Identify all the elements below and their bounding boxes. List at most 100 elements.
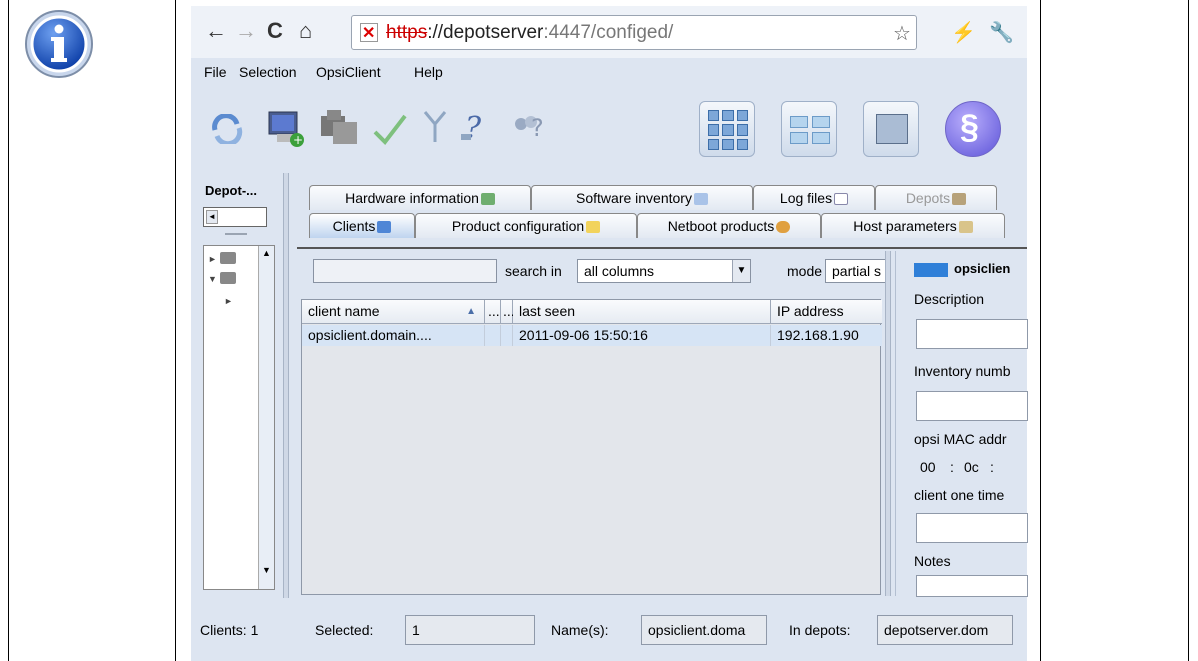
cell-empty[interactable] <box>501 325 513 346</box>
wrench-icon[interactable]: 🔧 <box>989 20 1014 45</box>
help-client-icon[interactable]: ? <box>461 110 495 144</box>
cell-ip-address[interactable]: 192.168.1.90 <box>771 325 882 346</box>
mac-separator: : <box>990 459 994 475</box>
clients-table[interactable]: client name ▲ ... ... last seen IP addre… <box>301 299 882 595</box>
description-field[interactable] <box>916 319 1028 349</box>
onetime-password-field[interactable] <box>916 513 1028 543</box>
mac-address-label: opsi MAC addr <box>914 431 1007 447</box>
inventory-number-label: Inventory numb <box>914 363 1011 379</box>
column-header-collapsed-1[interactable]: ... <box>485 300 501 324</box>
tab-log-files[interactable]: Log files <box>753 185 875 210</box>
tab-host-parameters[interactable]: Host parameters <box>821 213 1005 238</box>
linux-icon <box>776 221 791 234</box>
column-header-last-seen[interactable]: last seen <box>513 300 771 324</box>
inventory-number-field[interactable] <box>916 391 1028 421</box>
checkmark-icon[interactable] <box>371 110 407 146</box>
notes-field[interactable] <box>916 575 1028 597</box>
configed-app: File Selection OpsiClient Help + ? ? § D… <box>191 58 1028 661</box>
tree-scrollbar[interactable]: ▲ ▼ <box>258 246 274 589</box>
tab-product-configuration[interactable]: Product configuration <box>415 213 637 238</box>
monitor-icon <box>377 221 392 234</box>
tab-label: Product configuration <box>451 218 585 234</box>
back-icon[interactable]: ← <box>205 20 227 42</box>
product-tree[interactable]: ► ▼ ► ▲ ▼ <box>203 245 275 590</box>
refresh-icon[interactable] <box>209 114 245 144</box>
column-header-client-name[interactable]: client name ▲ <box>302 300 485 324</box>
splitter-handle[interactable] <box>225 233 247 235</box>
user-query-icon[interactable]: ? <box>511 110 547 144</box>
filter-icon[interactable] <box>423 110 449 144</box>
forward-icon[interactable]: → <box>235 20 257 42</box>
search-input[interactable] <box>313 259 497 283</box>
opsi-logo-icon: § <box>960 108 979 146</box>
browser-window: ← → C ⌂ https://depotserver:4447/confige… <box>191 6 1028 661</box>
client-details-panel: opsiclien Description Inventory numb ops… <box>895 251 1028 597</box>
delete-client-icon[interactable] <box>319 106 361 148</box>
menu-help[interactable]: Help <box>414 64 443 80</box>
search-mode-value: partial s <box>832 263 882 279</box>
notes-label: Notes <box>914 553 951 569</box>
tab-netboot-products[interactable]: Netboot products <box>637 213 821 238</box>
address-bar[interactable]: https://depotserver:4447/configed/ <box>351 15 917 50</box>
package-icon <box>586 221 601 234</box>
selected-names-field: opsiclient.doma <box>641 615 767 645</box>
mac-part-1[interactable]: 00 <box>920 459 936 475</box>
depots-icon <box>952 193 967 206</box>
clients-grid-button[interactable] <box>699 101 755 157</box>
opsi-logo-button[interactable]: § <box>945 101 1001 157</box>
tab-software-inventory[interactable]: Software inventory <box>531 185 753 210</box>
mac-separator: : <box>950 459 954 475</box>
status-bar: Clients: 1 Selected: 1 Name(s): opsiclie… <box>191 601 1027 661</box>
tab-clients[interactable]: Clients <box>309 213 415 238</box>
cell-last-seen[interactable]: 2011-09-06 15:50:16 <box>513 325 771 346</box>
depots-grid-button[interactable] <box>781 101 837 157</box>
mac-part-2[interactable]: 0c <box>964 459 979 475</box>
cell-client-name[interactable]: opsiclient.domain.... <box>302 325 485 346</box>
chevron-down-icon: ▼ <box>732 260 750 282</box>
column-header-collapsed-2[interactable]: ... <box>501 300 515 324</box>
browser-toolbar: ← → C ⌂ https://depotserver:4447/confige… <box>191 6 1027 58</box>
left-splitter[interactable] <box>283 173 289 598</box>
frame-divider-left <box>175 0 176 661</box>
depot-label: Depot-... <box>205 183 257 198</box>
tab-underline <box>297 247 1027 249</box>
search-mode-select[interactable]: partial s <box>825 259 885 283</box>
remote-control-button[interactable] <box>863 101 919 157</box>
info-icon <box>25 10 93 78</box>
cell-empty[interactable] <box>485 325 501 346</box>
folder-icon <box>220 252 236 264</box>
client-monitor-icon <box>914 263 948 277</box>
scroll-left-icon[interactable]: ◄ <box>206 210 218 224</box>
names-label: Name(s): <box>551 622 609 638</box>
menu-selection[interactable]: Selection <box>239 64 297 80</box>
column-header-ip-address[interactable]: IP address <box>771 300 882 324</box>
home-icon[interactable]: ⌂ <box>299 20 312 42</box>
client-hostname: opsiclien <box>954 261 1011 276</box>
tab-label: Log files <box>779 190 833 206</box>
clients-count: Clients: 1 <box>200 622 259 638</box>
tab-label: Hardware information <box>345 190 479 206</box>
selected-label: Selected: <box>315 622 374 638</box>
software-icon <box>693 193 708 206</box>
onetime-password-label: client one time <box>914 487 1005 503</box>
menu-opsiclient[interactable]: OpsiClient <box>316 64 381 80</box>
reload-icon[interactable]: C <box>267 20 283 42</box>
tab-label: Netboot products <box>667 218 775 234</box>
search-column-select[interactable]: all columns ▼ <box>577 259 751 283</box>
log-icon <box>834 193 849 206</box>
params-icon <box>958 221 973 234</box>
description-label: Description <box>914 291 985 307</box>
new-client-icon[interactable]: + <box>267 110 307 148</box>
lightning-icon[interactable]: ⚡ <box>951 20 976 45</box>
depot-list[interactable]: ◄ <box>203 207 267 227</box>
right-splitter[interactable] <box>885 251 891 596</box>
url-path: /configed/ <box>590 22 674 43</box>
folder-icon <box>220 272 236 284</box>
tab-hardware-information[interactable]: Hardware information <box>309 185 531 210</box>
frame-divider-right <box>1040 0 1041 661</box>
url-port: :4447 <box>543 22 591 43</box>
tab-depots[interactable]: Depots <box>875 185 997 210</box>
menu-file[interactable]: File <box>204 64 227 80</box>
tab-label: Host parameters <box>853 218 957 234</box>
bookmark-star-icon[interactable]: ☆ <box>893 21 911 46</box>
